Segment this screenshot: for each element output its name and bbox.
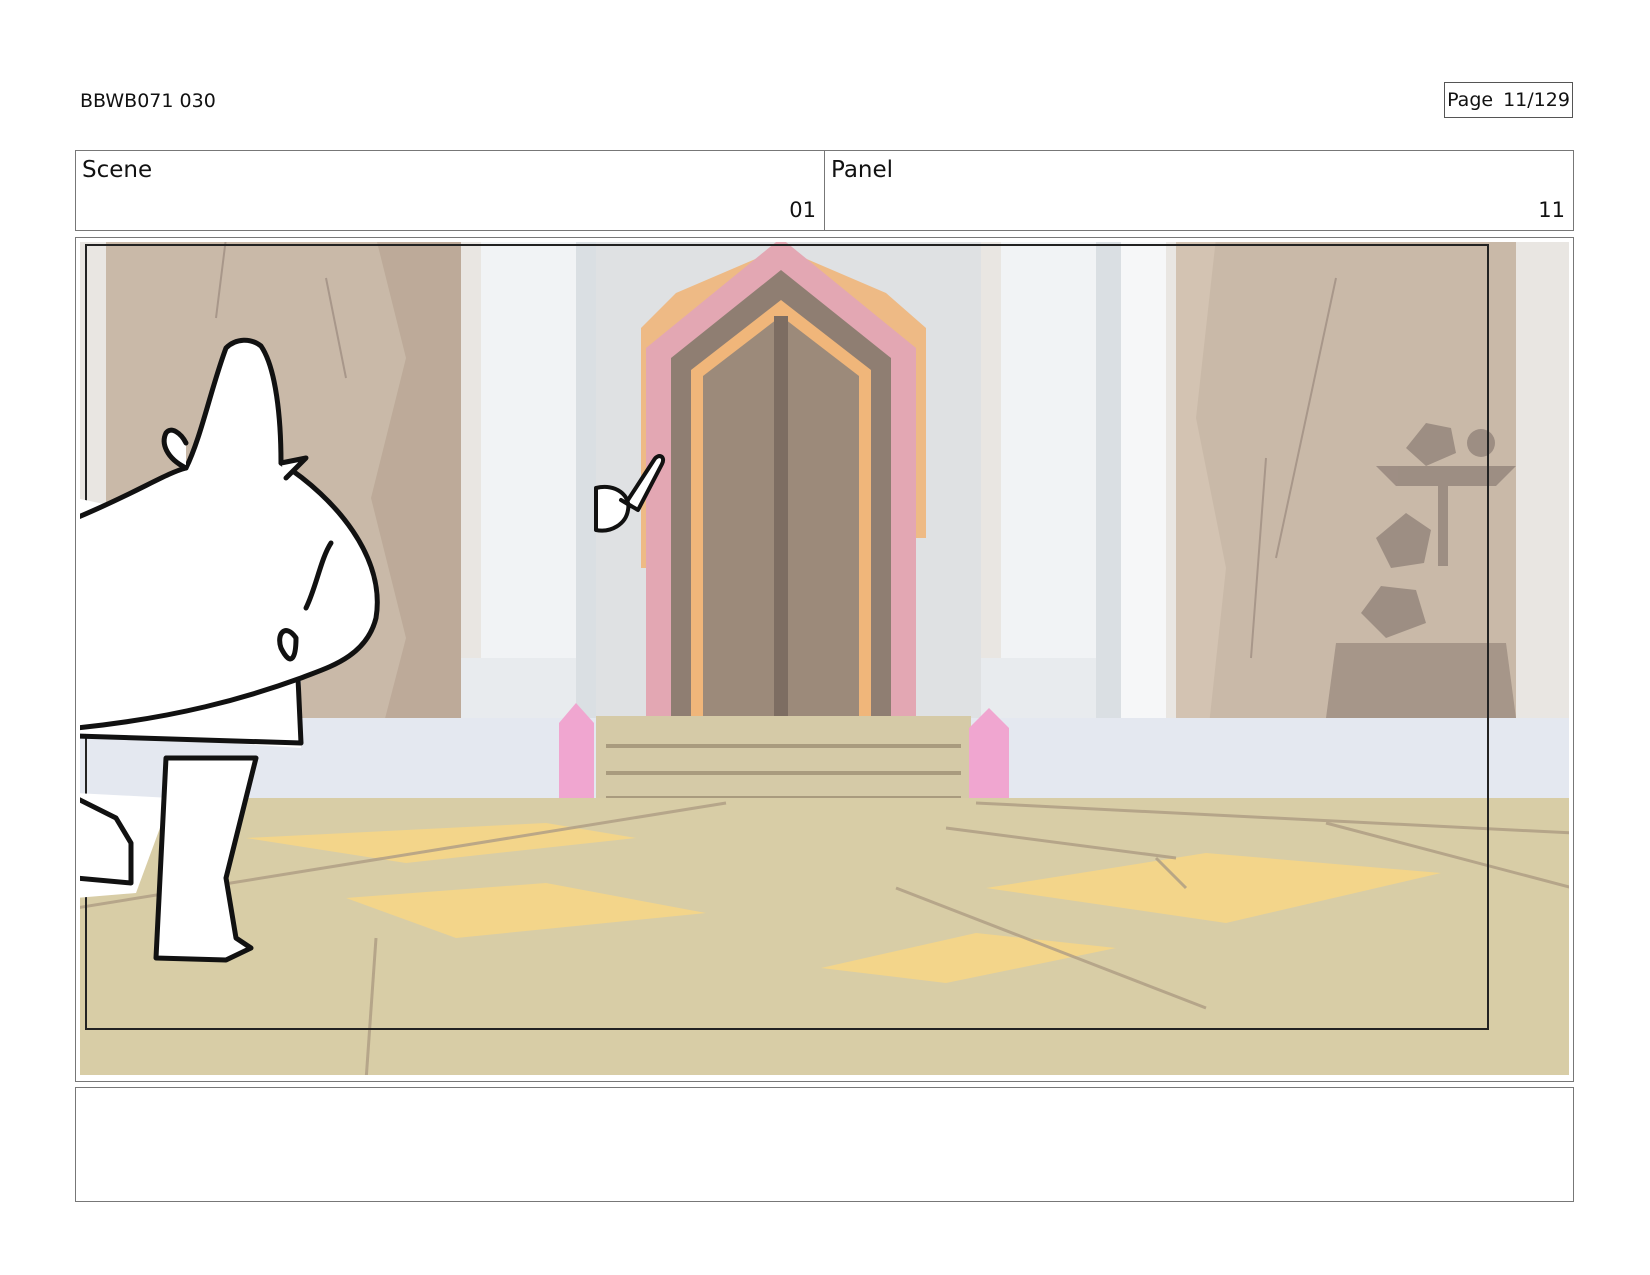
document-id: BBWB071 030: [80, 90, 216, 112]
page-label: Page: [1447, 89, 1494, 111]
panel-label: Panel: [831, 157, 894, 183]
scene-label: Scene: [82, 157, 153, 183]
steps: [596, 716, 971, 801]
scene-panel-table: Scene 01 Panel 11: [75, 150, 1574, 231]
storyboard-frame: [75, 237, 1574, 1082]
page-number: 11/129: [1503, 89, 1570, 111]
panel-notes: [75, 1087, 1574, 1202]
panel-cell: Panel 11: [824, 151, 1573, 230]
storyboard-illustration: [80, 242, 1569, 1075]
panel-number: 11: [1538, 198, 1565, 222]
crystal-left: [559, 703, 594, 798]
scene-cell: Scene 01: [76, 151, 824, 230]
scene-number: 01: [789, 198, 816, 222]
page-indicator: Page 11/129: [1444, 82, 1573, 118]
